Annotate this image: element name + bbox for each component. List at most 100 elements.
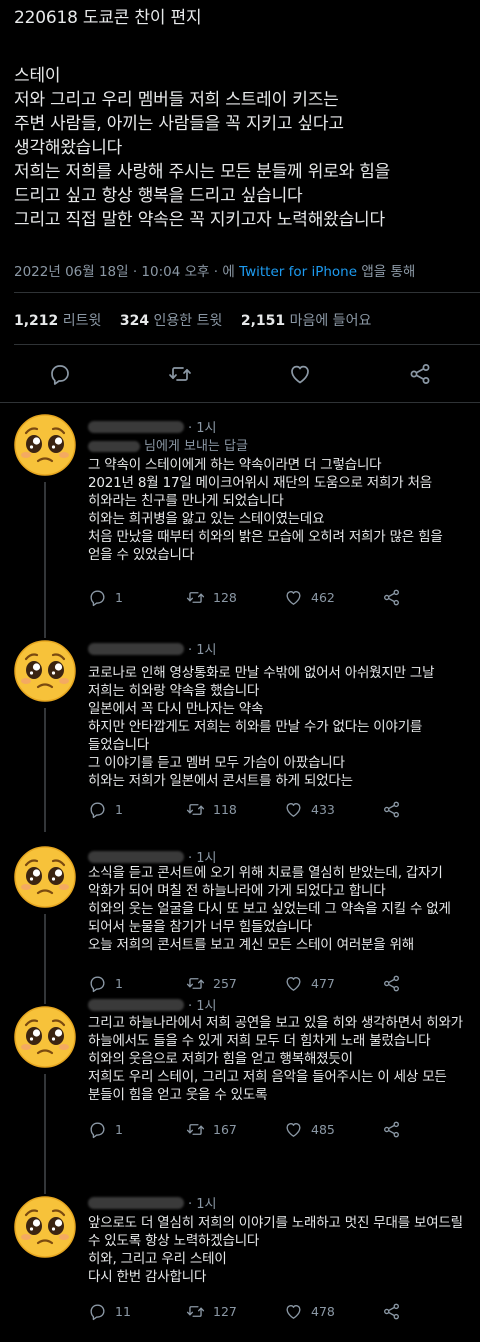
- retweet-button[interactable]: 167: [186, 1120, 237, 1139]
- reply-tweet[interactable]: · 1시 그리고 하늘나라에서 저희 공연을 보고 있을 히와 생각하면서 히와…: [0, 990, 480, 1180]
- pleading-face-icon: [12, 638, 78, 704]
- reply-count: 1: [115, 802, 123, 817]
- reply-line: 저희도 우리 스테이, 그리고 저희 음악을 들어주시는 이 세상 모든: [88, 1069, 447, 1085]
- reply-actions: 11 127 478: [88, 1302, 468, 1324]
- reply-line: 앞으로도 더 열심히 저희의 이야기를 노래하고 멋진 무대를 보여드릴: [88, 1215, 463, 1231]
- tweet-line: 저와 그리고 우리 멤버들 저희 스트레이 키즈는: [14, 90, 339, 110]
- reply-body: 그리고 하늘나라에서 저희 공연을 보고 있을 히와 생각하면서 히와가 하늘에…: [88, 1014, 470, 1104]
- heart-icon[interactable]: [286, 360, 314, 388]
- reply-line: 하지만 안타깝게도 저희는 히와를 만날 수가 없다는 이야기를: [88, 719, 423, 735]
- reply-line: 얻을 수 있었습니다: [88, 547, 194, 563]
- reply-time[interactable]: · 1시: [188, 643, 217, 658]
- reply-header: · 1시: [88, 994, 217, 1014]
- retweet-count[interactable]: 1,212: [14, 313, 58, 329]
- share-button[interactable]: [382, 800, 401, 823]
- redacted-mention[interactable]: [88, 441, 140, 452]
- avatar[interactable]: [12, 844, 78, 910]
- retweet-button[interactable]: 127: [186, 1302, 237, 1321]
- reply-icon: [88, 1120, 107, 1139]
- like-button[interactable]: 433: [284, 800, 335, 819]
- reply-button[interactable]: 1: [88, 588, 123, 607]
- reply-line: 그리고 하늘나라에서 저희 공연을 보고 있을 히와 생각하면서 히와가: [88, 1015, 463, 1031]
- reply-line: 히와의 웃음으로 저희가 힘을 얻고 행복해졌듯이: [88, 1051, 353, 1067]
- reply-count: 11: [115, 1304, 131, 1319]
- reply-header: · 1시: [88, 846, 217, 866]
- like-count: 485: [311, 1122, 335, 1137]
- divider: [14, 292, 480, 293]
- reply-header: · 1시: [88, 638, 217, 658]
- reply-icon: [88, 588, 107, 607]
- share-button[interactable]: [382, 588, 401, 611]
- reply-line: 수 있도록 항상 노력하겠습니다: [88, 1233, 260, 1249]
- divider: [14, 344, 480, 345]
- source-link[interactable]: Twitter for iPhone: [239, 264, 357, 280]
- share-button[interactable]: [382, 1302, 401, 1325]
- retweet-label[interactable]: 리트윗: [63, 313, 102, 329]
- reply-time[interactable]: · 1시: [188, 421, 217, 436]
- divider: [0, 402, 480, 403]
- share-button[interactable]: [382, 1120, 401, 1143]
- retweet-icon: [186, 1120, 205, 1139]
- retweet-button[interactable]: 128: [186, 588, 237, 607]
- reply-line: 다시 한번 감사합니다: [88, 1269, 207, 1285]
- reply-line: 소식을 듣고 콘서트에 오기 위해 치료를 열심히 받았는데, 갑자기: [88, 865, 443, 881]
- pleading-face-icon: [12, 1194, 78, 1260]
- retweet-icon[interactable]: [166, 360, 194, 388]
- avatar[interactable]: [12, 412, 78, 478]
- reply-tweet[interactable]: · 1시 코로나로 인해 영상통화로 만날 수밖에 없어서 아쉬웠지만 그날 저…: [0, 626, 480, 832]
- share-icon: [382, 800, 401, 819]
- reply-line: 히와의 웃는 얼굴을 다시 또 보고 싶었는데 그 약속을 지킬 수 없게: [88, 901, 451, 917]
- reply-button[interactable]: 1: [88, 800, 123, 819]
- avatar[interactable]: [12, 1194, 78, 1260]
- pleading-face-icon: [12, 844, 78, 910]
- heart-icon: [284, 1120, 303, 1139]
- reply-line: 코로나로 인해 영상통화로 만날 수밖에 없어서 아쉬웠지만 그날: [88, 665, 435, 681]
- reply-tweet[interactable]: · 1시 앞으로도 더 열심히 저희의 이야기를 노래하고 멋진 무대를 보여드…: [0, 1180, 480, 1342]
- redacted-username: [88, 642, 184, 655]
- tweet-line: 생각해왔습니다: [14, 138, 123, 158]
- share-icon[interactable]: [406, 360, 434, 388]
- reply-count: 1: [115, 976, 123, 991]
- reply-icon: [88, 1302, 107, 1321]
- like-button[interactable]: 462: [284, 588, 335, 607]
- replying-to: 님에게 보내는 답글: [88, 435, 248, 454]
- redacted-username: [88, 1196, 184, 1209]
- thread-line: [44, 708, 46, 832]
- redacted-username: [88, 420, 184, 433]
- heart-icon: [284, 800, 303, 819]
- tweet-stats: 1,212 리트윗 324 인용한 트윗 2,151 마음에 들어요: [14, 310, 385, 330]
- redacted-username: [88, 850, 184, 863]
- avatar[interactable]: [12, 638, 78, 704]
- reply-body: 그 약속이 스테이에게 하는 약속이라면 더 그렇습니다 2021년 8월 17…: [88, 456, 470, 564]
- reply-tweet[interactable]: · 1시 님에게 보내는 답글 그 약속이 스테이에게 하는 약속이라면 더 그…: [0, 404, 480, 626]
- reply-icon[interactable]: [46, 360, 74, 388]
- reply-button[interactable]: 11: [88, 1302, 131, 1321]
- reply-icon: [88, 800, 107, 819]
- pleading-face-icon: [12, 412, 78, 478]
- reply-line: 처음 만났을 때부터 히와의 밝은 모습에 오히려 저희가 많은 힘을: [88, 529, 443, 545]
- like-button[interactable]: 485: [284, 1120, 335, 1139]
- like-label[interactable]: 마음에 들어요: [290, 313, 372, 329]
- reply-body: 코로나로 인해 영상통화로 만날 수밖에 없어서 아쉬웠지만 그날 저희는 히와…: [88, 664, 470, 790]
- tweet-timestamp[interactable]: 2022년 06월 18일 · 10:04 오후 · 에: [14, 264, 235, 280]
- main-tweet-actions: [0, 360, 480, 390]
- reply-time[interactable]: · 1시: [188, 999, 217, 1014]
- like-count: 477: [311, 976, 335, 991]
- tweet-line: 드리고 싶고 항상 행복을 드리고 싶습니다: [14, 186, 303, 206]
- quote-label[interactable]: 인용한 트윗: [154, 313, 223, 329]
- like-count[interactable]: 2,151: [241, 313, 285, 329]
- like-button[interactable]: 478: [284, 1302, 335, 1321]
- reply-header: · 1시: [88, 416, 217, 436]
- reply-time[interactable]: · 1시: [188, 1197, 217, 1212]
- reply-line: 하늘에서도 들을 수 있게 저희 모두 더 힘차게 노래 불렀습니다: [88, 1033, 431, 1049]
- source-suffix: 앱을 통해: [361, 264, 416, 280]
- redacted-username: [88, 998, 184, 1011]
- reply-tweet[interactable]: · 1시 소식을 듣고 콘서트에 오기 위해 치료를 열심히 받았는데, 갑자기…: [0, 840, 480, 998]
- reply-button[interactable]: 1: [88, 1120, 123, 1139]
- reply-count: 1: [115, 590, 123, 605]
- avatar[interactable]: [12, 1004, 78, 1070]
- thread-line: [44, 990, 46, 1004]
- quote-count[interactable]: 324: [120, 313, 149, 329]
- retweet-button[interactable]: 118: [186, 800, 237, 819]
- share-icon: [382, 1302, 401, 1321]
